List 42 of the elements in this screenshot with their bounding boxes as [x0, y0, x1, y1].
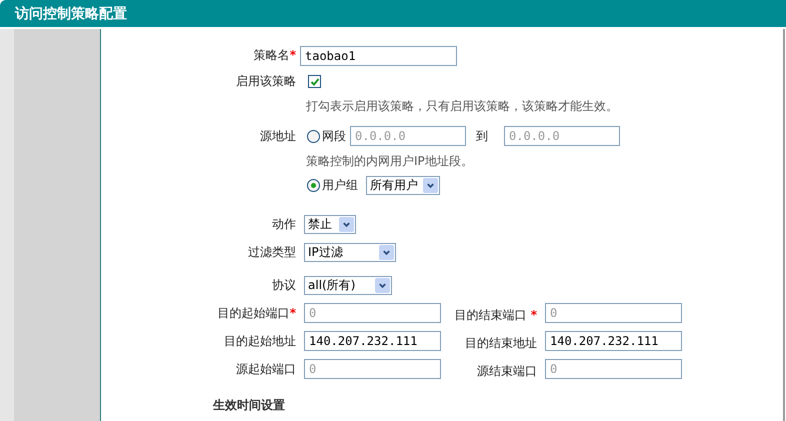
chevron-down-icon: [423, 178, 438, 192]
field-label: 协议: [272, 278, 296, 292]
radio-button[interactable]: [307, 178, 320, 192]
field-label: 目的结束地址: [465, 336, 537, 350]
policy-name-field[interactable]: taobao1: [300, 46, 457, 66]
field-label: 目的结束端口: [454, 308, 527, 322]
field-label: 动作: [272, 216, 296, 230]
dropdown[interactable]: all(所有): [304, 276, 392, 294]
required-mark: *: [530, 308, 537, 322]
input-field[interactable]: 0: [304, 359, 441, 379]
hint-text: 打勾表示启用该策略，只有启用该策略，该策略才能生效。: [306, 98, 618, 114]
field-label: 过滤类型: [248, 244, 296, 258]
start-ip-field[interactable]: 0.0.0.0: [350, 126, 466, 146]
radio-label: 用户组: [322, 176, 358, 194]
field-label: 策略名: [254, 48, 290, 62]
required-mark: *: [290, 48, 296, 62]
field-label: 源起始端口: [236, 362, 296, 376]
required-mark: *: [290, 306, 296, 320]
section-title: 生效时间设置: [213, 396, 285, 414]
user-group-dropdown[interactable]: 所有用户: [366, 176, 440, 194]
hint-text: 策略控制的内网用户IP地址段。: [306, 152, 473, 170]
radio-label: 网段: [322, 128, 346, 144]
field-label: 启用该策略: [236, 74, 296, 88]
field-label: 源结束端口: [477, 364, 537, 378]
dropdown[interactable]: 禁止: [304, 214, 356, 234]
input-field[interactable]: 140.207.232.111: [304, 331, 441, 351]
dropdown[interactable]: IP过滤: [304, 242, 396, 262]
input-field[interactable]: 0: [545, 359, 682, 379]
chevron-down-icon: [339, 216, 354, 232]
field-label: 目的起始地址: [224, 334, 296, 348]
input-field[interactable]: 140.207.232.111: [545, 331, 682, 351]
input-field[interactable]: 0: [304, 303, 441, 323]
radio-button[interactable]: [307, 130, 320, 142]
field-label: 目的起始端口: [218, 306, 290, 320]
chevron-down-icon: [379, 244, 394, 260]
field-label: 源地址: [260, 128, 296, 142]
to-label: 到: [476, 128, 488, 144]
input-field[interactable]: 0: [545, 303, 682, 323]
enable-checkbox[interactable]: [308, 75, 321, 88]
end-ip-field[interactable]: 0.0.0.0: [504, 126, 620, 146]
page-title: 访问控制策略配置: [15, 4, 127, 22]
chevron-down-icon: [375, 278, 390, 292]
